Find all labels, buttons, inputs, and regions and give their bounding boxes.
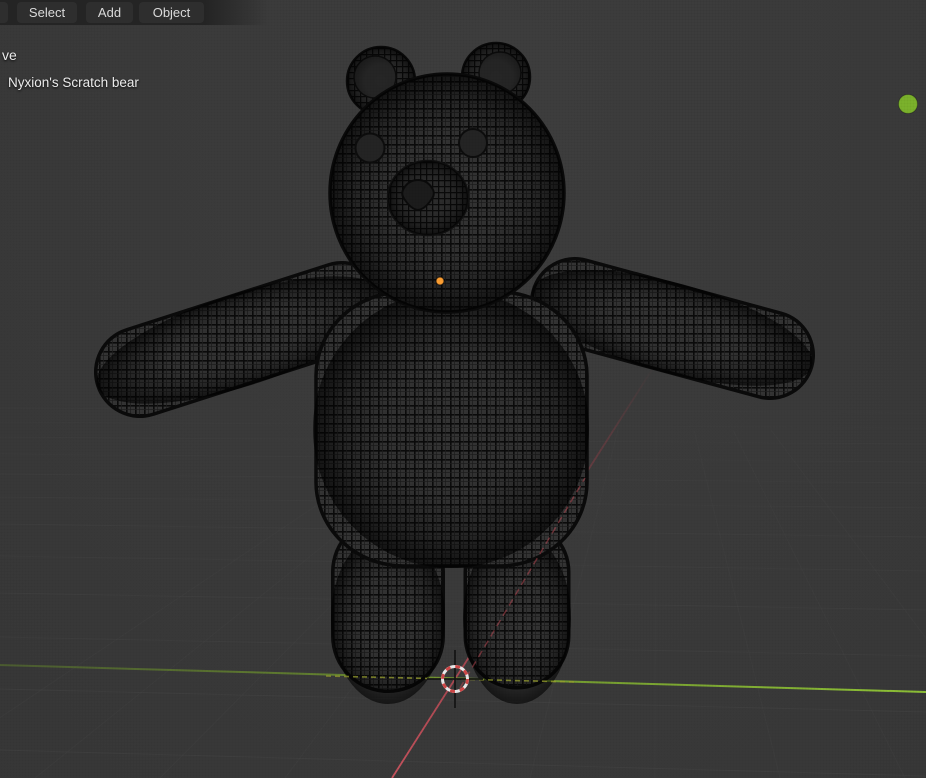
menu-button-select[interactable]: Select [17,2,77,23]
viewport-canvas[interactable] [0,0,926,778]
menu-button-object[interactable]: Object [139,2,204,23]
menu-button-add[interactable]: Add [86,2,133,23]
bear-torso-shade [313,290,589,568]
bear-right-eye [458,128,488,158]
object-origin-dot[interactable] [435,276,445,286]
3d-viewport[interactable]: Select Add Object ve Nyxion's Scratch be… [0,0,926,778]
menu-button-clipped[interactable] [0,2,8,23]
teddy-bear-object[interactable] [83,41,824,704]
light-object-dot[interactable] [898,94,918,114]
bear-left-eye [354,132,386,164]
viewport-header: Select Add Object [0,0,926,25]
